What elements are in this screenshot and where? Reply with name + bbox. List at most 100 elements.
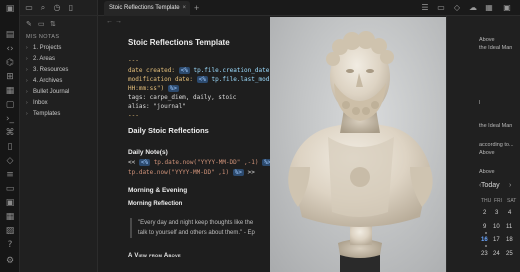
calendar-day[interactable]: 10: [493, 224, 500, 230]
outline-item[interactable]: Above: [479, 168, 495, 176]
outline-item[interactable]: l: [479, 99, 480, 107]
navigation-arrows[interactable]: ← →: [106, 18, 122, 25]
folder-label: 3. Resources: [33, 67, 69, 73]
new-tab-button[interactable]: +: [194, 1, 199, 15]
calendar-day-today[interactable]: 16: [481, 237, 488, 243]
command-icon[interactable]: ⌘: [4, 128, 16, 138]
outline-item[interactable]: the Ideal Man: [479, 44, 512, 52]
daily-note-link-line-2[interactable]: tp.date.now("YYYY-MM-DD" ,1) %> >>: [128, 168, 255, 177]
calendar-day[interactable]: 3: [495, 210, 498, 216]
tab-title: Stoic Reflections Template: [109, 5, 180, 11]
calendar-day[interactable]: 17: [493, 237, 500, 243]
calendar-day[interactable]: 25: [506, 251, 513, 257]
link-bracket: <<: [128, 159, 139, 166]
image-icon[interactable]: ▨: [4, 226, 16, 236]
calendar-day[interactable]: 2: [483, 210, 486, 216]
calendar-day[interactable]: 11: [506, 224, 512, 230]
templater-expression: tp.date.now("YYYY-MM-DD" ,-1): [150, 159, 263, 166]
graph-icon[interactable]: ⌬: [4, 58, 16, 68]
code-icon[interactable]: ‹›: [4, 44, 16, 54]
chevron-right-icon: ›: [26, 67, 28, 73]
templater-tag: <%: [196, 76, 208, 83]
heading-view-from-above[interactable]: A View from Above: [128, 253, 181, 259]
chevron-right-icon: ›: [26, 56, 28, 62]
calendar-day[interactable]: 9: [483, 224, 486, 230]
frontmatter-wrapped-line[interactable]: HH:mm:ss") %>: [128, 84, 179, 93]
outline-item[interactable]: Above: [479, 149, 495, 157]
canvas-icon[interactable]: ⊞: [4, 72, 16, 82]
calendar-icon[interactable]: ▦: [4, 86, 16, 96]
search-icon[interactable]: ⌕: [38, 3, 48, 13]
calendar-day[interactable]: 4: [508, 210, 511, 216]
calendar-icon[interactable]: ▦: [484, 3, 494, 13]
cloud-icon[interactable]: ☁: [468, 3, 478, 13]
heading-morning-reflection[interactable]: Morning Reflection: [128, 201, 182, 207]
frontmatter-date-created[interactable]: date created: <% tp.file.creation_date(): [128, 66, 277, 75]
frontmatter-delimiter: ---: [128, 112, 139, 119]
frontmatter-alias[interactable]: alias: "journal": [128, 102, 186, 111]
outline-item[interactable]: Above: [479, 36, 495, 44]
new-note-icon[interactable]: ✎: [26, 20, 32, 28]
list-view-icon[interactable]: ☰: [420, 3, 430, 13]
heading-daily-stoic[interactable]: Daily Stoic Reflections: [128, 126, 209, 135]
folder-label: 2. Areas: [33, 56, 56, 62]
outline-item[interactable]: the Ideal Man: [479, 122, 512, 130]
folder-item[interactable]: › Inbox: [26, 98, 48, 108]
new-folder-icon[interactable]: ▭: [38, 20, 45, 28]
document-icon[interactable]: ▭: [4, 184, 16, 194]
daily-note-link-line[interactable]: << <% tp.date.now("YYYY-MM-DD" ,-1) %> |: [128, 158, 281, 167]
templater-expression: tp.date.now("YYYY-MM-DD" ,1): [128, 169, 233, 176]
calendar-day[interactable]: 24: [493, 251, 500, 257]
heading-morning-evening[interactable]: Morning & Evening: [128, 187, 187, 194]
folder-item[interactable]: › Bullet Journal: [26, 87, 69, 97]
chevron-right-icon: ›: [26, 100, 28, 106]
sort-icon[interactable]: ⇅: [50, 20, 56, 28]
outline-item[interactable]: according to...: [479, 141, 514, 149]
folder-item[interactable]: › 3. Resources: [26, 65, 68, 75]
link-bracket: >>: [244, 169, 255, 176]
calendar-weekday: THU: [481, 198, 492, 204]
templater-tag: <%: [178, 67, 190, 74]
folder-item[interactable]: › 1. Projects: [26, 43, 61, 53]
frontmatter-modification-date[interactable]: modification date: <% tp.file.last_modif: [128, 75, 277, 84]
close-icon[interactable]: ×: [182, 1, 186, 16]
property-value: "journal": [153, 103, 186, 110]
terminal-icon[interactable]: ›_: [4, 114, 16, 124]
heading-daily-notes[interactable]: Daily Note(s): [128, 149, 168, 156]
bookmark-icon[interactable]: ▯: [4, 142, 16, 152]
sidebar-toggle-icon[interactable]: ▣: [502, 3, 512, 13]
folder-item[interactable]: › 4. Archives: [26, 76, 62, 86]
property-key: date created:: [128, 67, 175, 74]
templater-tag: <%: [138, 159, 151, 166]
templater-tag: %>: [232, 169, 244, 176]
folder-label: Bullet Journal: [33, 89, 70, 95]
property-value: HH:mm:ss"): [128, 85, 165, 92]
sidebar-toggle-icon[interactable]: ▣: [4, 4, 16, 14]
frontmatter-tags[interactable]: tags: carpe_diem, daily, stoic: [128, 93, 236, 102]
template-icon[interactable]: ▢: [4, 100, 16, 110]
switcher-icon[interactable]: ▤: [4, 30, 16, 40]
calendar-day[interactable]: 23: [481, 251, 488, 257]
settings-icon[interactable]: ⚙: [4, 256, 16, 266]
property-value: tp.file.creation_date(): [193, 67, 277, 74]
folder-item[interactable]: › Templates: [26, 109, 60, 119]
folder-icon[interactable]: ▭: [436, 3, 446, 13]
list-icon[interactable]: ≡: [4, 170, 16, 180]
tab-stoic-reflections[interactable]: Stoic Reflections Template ×: [104, 1, 190, 16]
next-month-icon[interactable]: ›: [509, 182, 511, 189]
calendar-day[interactable]: 18: [506, 237, 513, 243]
bookmark-icon[interactable]: ▯: [66, 3, 76, 13]
box-icon[interactable]: ▣: [4, 198, 16, 208]
files-icon[interactable]: ▭: [24, 3, 34, 13]
tag-icon[interactable]: ◇: [4, 156, 16, 166]
folder-label: 4. Archives: [33, 78, 63, 84]
tag-icon[interactable]: ◇: [452, 3, 462, 13]
chevron-right-icon: ›: [26, 45, 28, 51]
calendar-today-button[interactable]: Today: [481, 182, 500, 189]
clock-icon[interactable]: ◷: [52, 3, 62, 13]
folder-item[interactable]: › 2. Areas: [26, 54, 55, 64]
table-icon[interactable]: ▦: [4, 212, 16, 222]
help-icon[interactable]: ?: [4, 240, 16, 250]
note-title[interactable]: Stoic Reflections Template: [128, 38, 230, 47]
folder-label: 1. Projects: [33, 45, 62, 51]
